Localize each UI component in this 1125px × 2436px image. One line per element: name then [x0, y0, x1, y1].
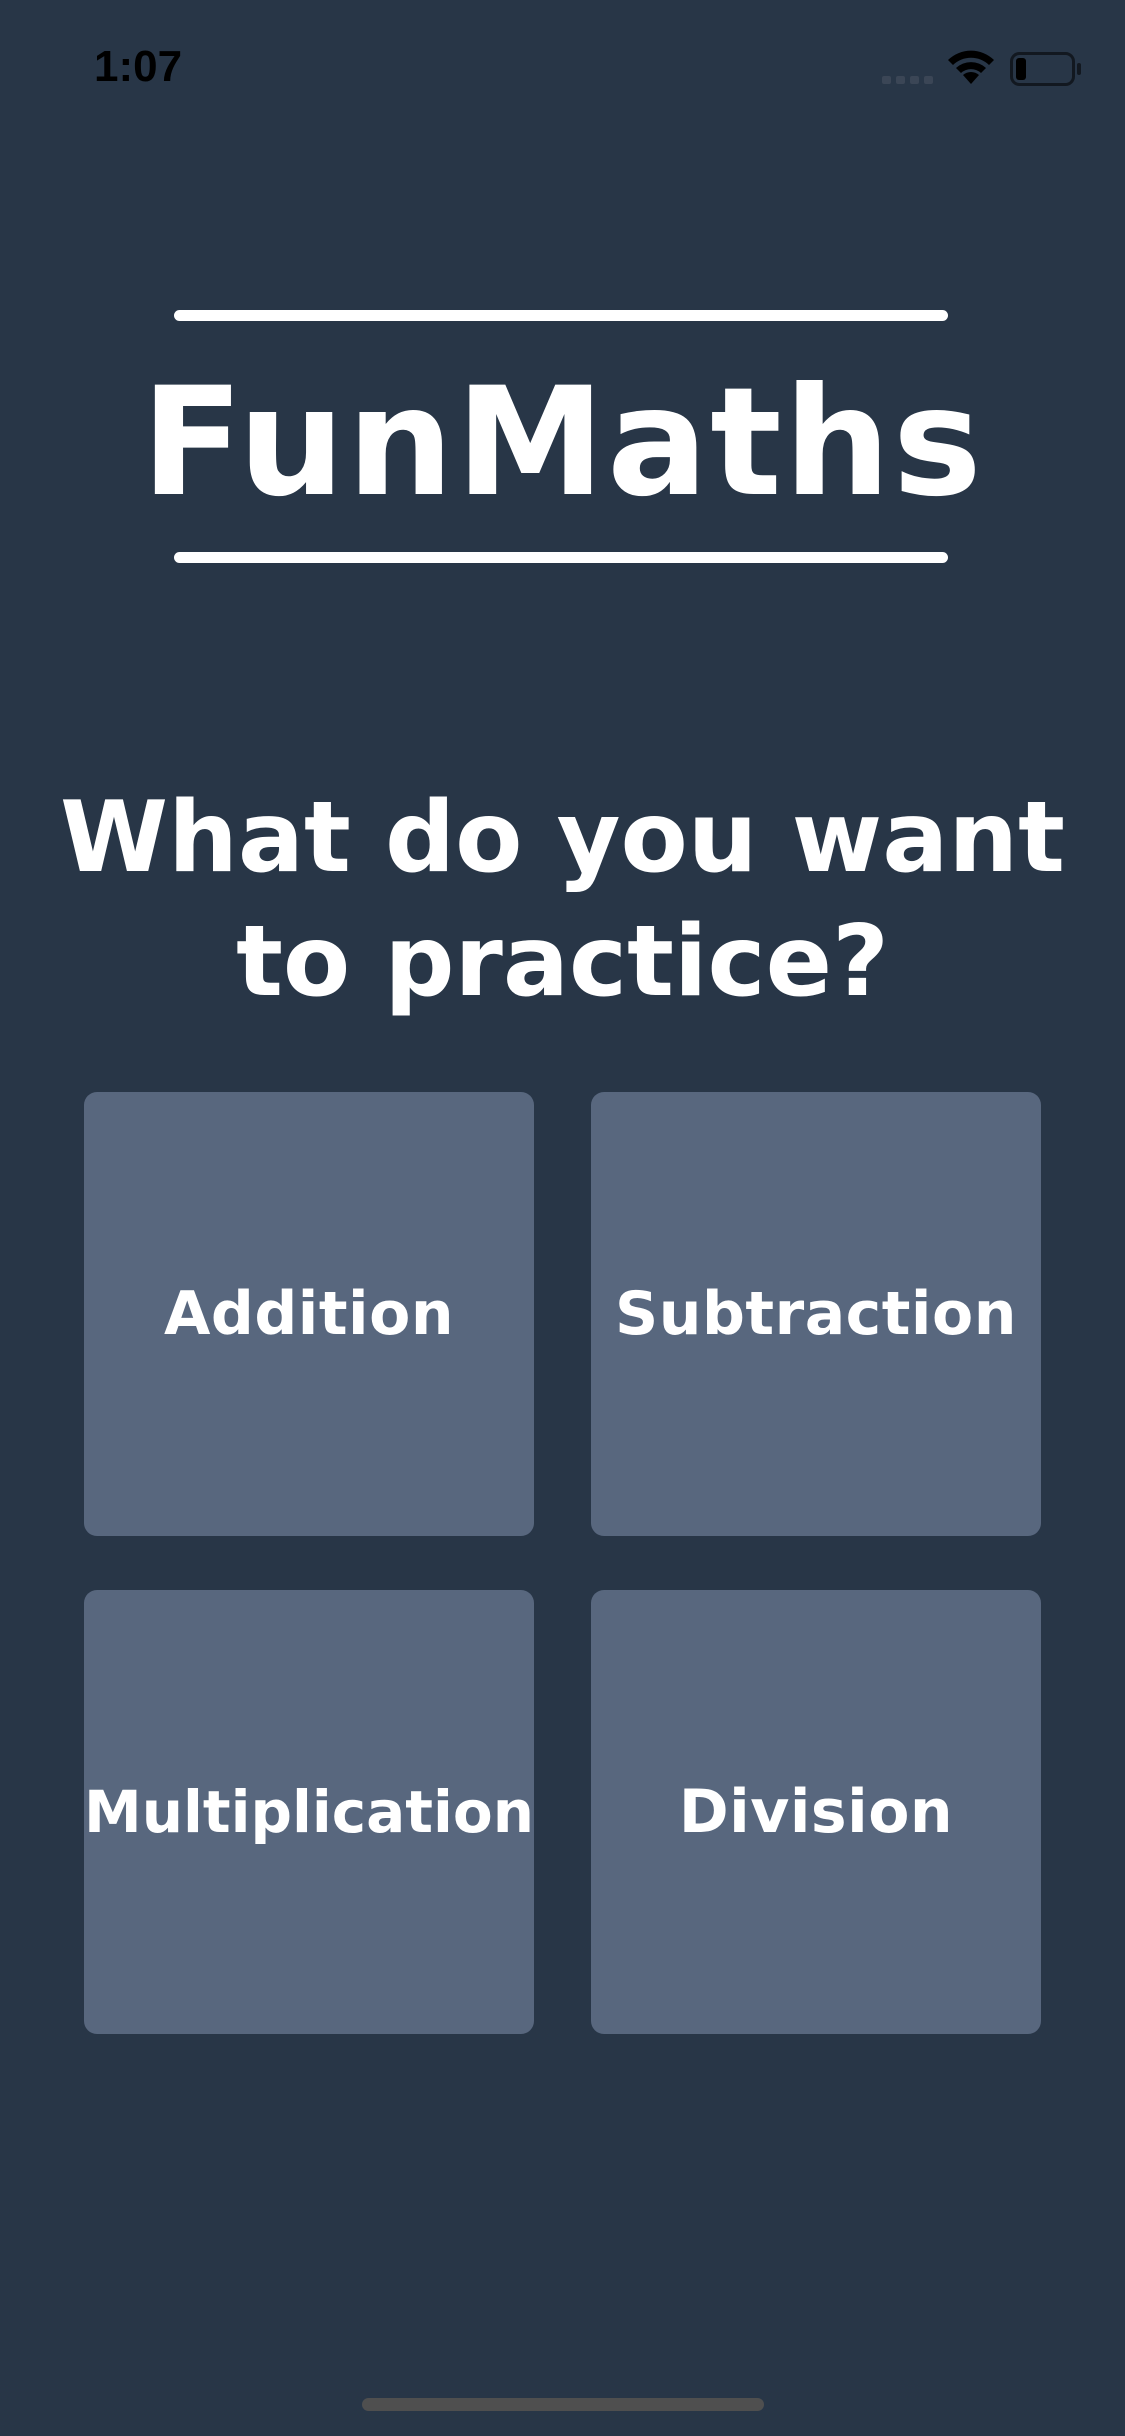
addition-label: Addition [163, 1279, 455, 1349]
division-button[interactable]: Division [591, 1590, 1041, 2034]
cellular-signal-icon [882, 76, 933, 84]
practice-prompt: What do you want to practice? [60, 781, 1065, 1019]
multiplication-label: Multiplication [83, 1778, 535, 1846]
subtraction-button[interactable]: Subtraction [591, 1092, 1041, 1536]
title-divider-bottom [174, 552, 948, 563]
subtraction-label: Subtraction [615, 1279, 1017, 1349]
multiplication-button[interactable]: Multiplication [84, 1590, 534, 2034]
title-divider-top [174, 310, 948, 321]
home-indicator[interactable] [362, 2398, 764, 2411]
battery-icon [1010, 52, 1081, 86]
app-title: FunMaths [141, 356, 984, 530]
division-label: Division [678, 1777, 954, 1847]
wifi-icon [948, 50, 994, 84]
status-time: 1:07 [94, 42, 183, 91]
status-bar: 1:07 [0, 0, 1125, 140]
addition-button[interactable]: Addition [84, 1092, 534, 1536]
